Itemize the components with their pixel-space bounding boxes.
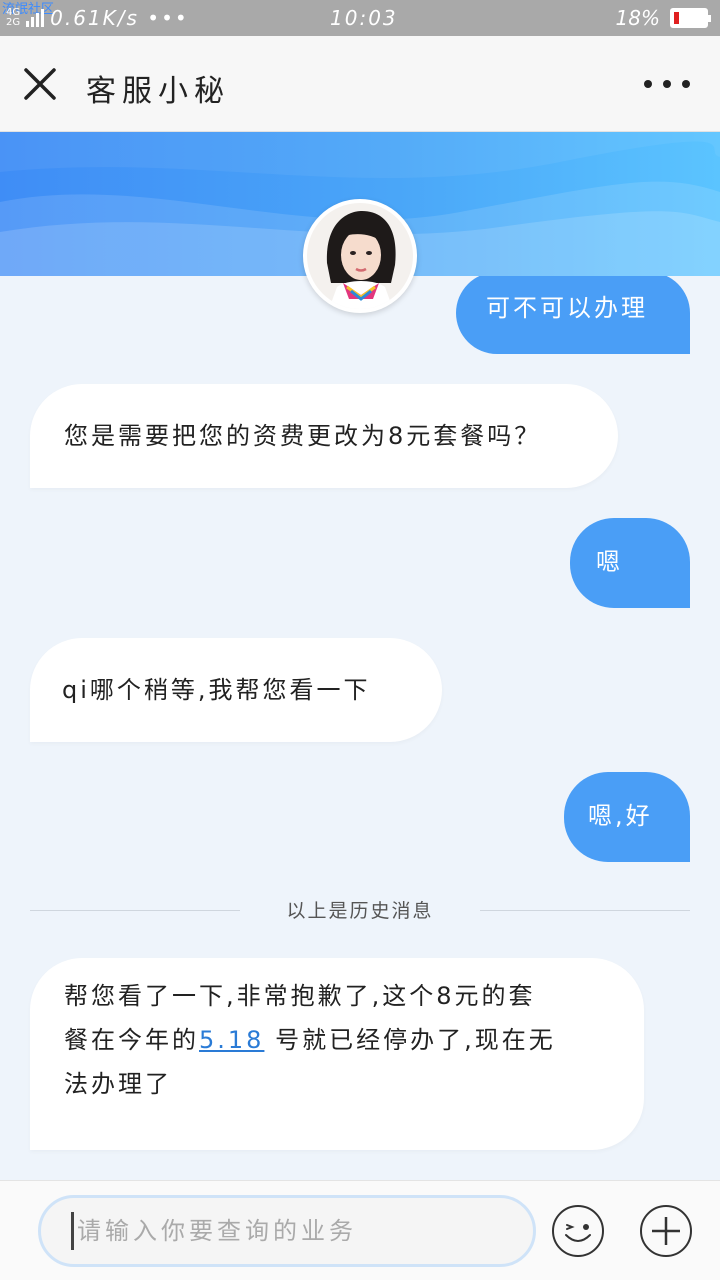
plus-icon [640,1205,692,1257]
chat-area[interactable]: 可不可以办理 您是需要把您的资费更改为8元套餐吗？ 嗯 qi哪个稍等,我帮您看一… [0,276,720,1180]
title-bar: 客服小秘 [0,36,720,132]
message-input[interactable]: 请输入你要查询的业务 [38,1195,536,1267]
message-line: 餐在今年的5.18 号就已经停办了,现在无 [64,1018,644,1062]
battery-icon [670,8,711,28]
message-line-text: 餐在今年的 [64,1026,199,1054]
close-icon [24,68,56,100]
message-bot: 您是需要把您的资费更改为8元套餐吗？ [30,384,618,488]
message-line: 法办理了 [64,1070,172,1098]
input-placeholder: 请输入你要查询的业务 [77,1217,357,1245]
message-text: 您是需要把您的资费更改为8元套餐吗？ [64,422,542,450]
input-bar: 请输入你要查询的业务 [0,1180,720,1280]
page-title: 客服小秘 [86,74,230,109]
history-divider-label: 以上是历史消息 [286,900,434,922]
status-right: 18% [615,6,711,30]
message-line: 帮您看了一下,非常抱歉了,这个8元的套 [64,982,536,1010]
status-bar: 流氓社区 4G 2G 0.61K/s ••• 10:03 18% [0,0,720,36]
network-type-bottom: 2G [6,17,21,28]
message-text: qi哪个稍等,我帮您看一下 [62,676,371,704]
message-user: 可不可以办理 [456,276,690,354]
more-button[interactable] [644,72,690,96]
message-text: 可不可以办理 [486,294,648,322]
message-bot: qi哪个稍等,我帮您看一下 [30,638,442,742]
close-button[interactable] [20,64,60,104]
message-user: 嗯,好 [564,772,690,862]
network-speed: 0.61K/s ••• [50,6,189,30]
more-dot-icon [663,80,671,88]
network-type: 4G 2G [6,8,20,28]
battery-percent: 18% [615,6,660,30]
emoji-button[interactable] [550,1203,606,1259]
signal-icon [26,9,45,27]
agent-portrait-icon [307,203,413,309]
status-left: 4G 2G 0.61K/s ••• [6,6,189,30]
more-dot-icon [682,80,690,88]
message-text: 嗯 [596,548,623,576]
message-text: 嗯,好 [588,802,653,830]
add-button[interactable] [638,1203,694,1259]
agent-avatar [303,199,417,313]
date-link[interactable]: 5.18 [199,1026,264,1054]
history-divider: 以上是历史消息 [30,900,690,922]
text-caret [71,1212,74,1250]
message-line-text: 号就已经停办了,现在无 [264,1026,556,1054]
message-bot: 帮您看了一下,非常抱歉了,这个8元的套 餐在今年的5.18 号就已经停办了,现在… [30,958,644,1150]
more-dot-icon [644,80,652,88]
clock: 10:03 [330,6,398,30]
emoji-icon [552,1205,604,1257]
message-user: 嗯 [570,518,690,608]
